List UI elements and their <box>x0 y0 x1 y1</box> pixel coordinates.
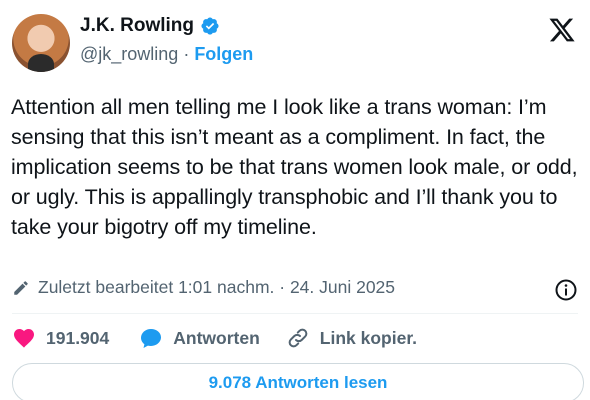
pencil-icon <box>14 280 28 295</box>
author-handle[interactable]: @jk_rowling <box>80 44 178 65</box>
divider <box>12 313 578 314</box>
heart-icon <box>14 329 34 348</box>
author-name[interactable]: J.K. Rowling <box>80 15 194 37</box>
reply-label: Antworten <box>173 327 260 348</box>
copy-link-button[interactable]: Link kopier. <box>286 326 417 350</box>
copy-link-label: Link kopier. <box>319 327 418 348</box>
action-bar: 191.904 Antworten Link kopier. <box>12 326 417 350</box>
reply-bubble-icon <box>141 329 162 348</box>
link-icon <box>288 328 308 348</box>
like-count: 191.904 <box>46 327 110 348</box>
read-replies-button[interactable]: 9.078 Antworten lesen <box>12 363 584 400</box>
edited-label: Zuletzt bearbeitet 1:01 nachm. · 24. Jun… <box>38 277 396 297</box>
like-button[interactable]: 191.904 <box>12 326 109 350</box>
follow-button[interactable]: Folgen <box>194 44 253 65</box>
author-name-row: J.K. Rowling <box>80 15 220 37</box>
handle-row: @jk_rowling · Folgen <box>80 44 253 65</box>
handle-separator: · <box>183 44 190 64</box>
edited-info[interactable]: Zuletzt bearbeitet 1:01 nachm. · 24. Jun… <box>12 277 395 298</box>
tweet-text: Attention all men telling me I look like… <box>11 95 578 239</box>
reply-button[interactable]: Antworten <box>139 326 260 350</box>
avatar[interactable] <box>12 14 70 72</box>
verified-badge-icon <box>201 17 219 35</box>
x-logo-icon[interactable] <box>548 16 576 44</box>
info-icon[interactable] <box>554 278 578 302</box>
